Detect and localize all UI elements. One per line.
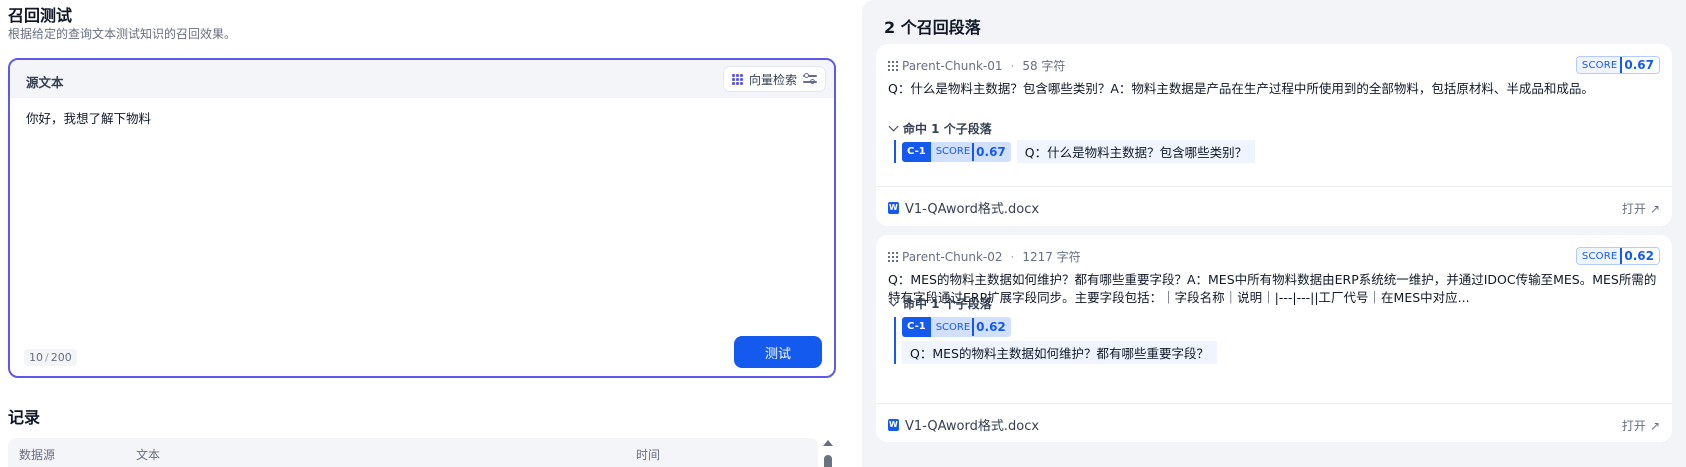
query-textarea[interactable]: 你好，我想了解下物料 [26, 108, 816, 308]
child-text: Q：MES的物料主数据如何维护？都有哪些重要字段？ [902, 341, 1217, 364]
score-label: SCORE [1581, 59, 1618, 71]
open-label: 打开 [1621, 202, 1646, 216]
child-score-label: SCORE [935, 146, 971, 157]
card-divider [876, 403, 1672, 404]
open-document-link[interactable]: 打开 ↗ [1622, 417, 1660, 434]
result-card[interactable]: Parent-Chunk-01 · 58 字符 SCORE 0.67 Q：什么是… [876, 44, 1672, 226]
source-text-card: 源文本 向量检索 你好，我想了解下物料 10/200 测试 [8, 58, 836, 378]
retrieval-test-panel: 召回测试 根据给定的查询文本测试知识的召回效果。 源文本 向量检索 你好，我想了… [0, 0, 845, 467]
chunk-id: Parent-Chunk-02 [902, 249, 1003, 264]
drag-dots-icon [888, 60, 898, 71]
child-text: Q：什么是物料主数据？包含哪些类别？ [1016, 140, 1256, 163]
drag-dots-icon [888, 251, 898, 262]
score-value: 0.62 [1620, 248, 1659, 264]
chunk-char-count: 1217 字符 [1022, 250, 1081, 264]
child-chunk: C-1 SCORE 0.62 Q：MES的物料主数据如何维护？都有哪些重要字段？ [894, 317, 1217, 364]
counter-separator: / [45, 351, 49, 364]
chunk-content: Q：MES的物料主数据如何维护？都有哪些重要字段？A：MES中所有物料数据由ER… [888, 272, 1657, 305]
open-document-link[interactable]: 打开 ↗ [1622, 200, 1660, 217]
scrollbar-thumb[interactable] [824, 455, 832, 467]
open-label: 打开 [1621, 419, 1646, 433]
document-name: V1-QAword格式.docx [905, 419, 1040, 434]
child-score-chip: C-1 SCORE 0.62 [902, 317, 1011, 337]
word-doc-icon [888, 201, 899, 214]
char-max: 200 [50, 351, 72, 364]
chevron-down-icon [888, 296, 899, 307]
child-score-value: 0.62 [972, 318, 1011, 336]
child-score-chip: C-1 SCORE 0.67 [902, 141, 1011, 162]
child-id: C-1 [902, 317, 931, 337]
child-hits-label: 命中 1 个子段落 [903, 122, 992, 136]
child-chunk: C-1 SCORE 0.67 Q：什么是物料主数据？包含哪些类别？ [894, 140, 1256, 163]
column-header-time: 时间 [636, 448, 661, 462]
result-card[interactable]: Parent-Chunk-02 · 1217 字符 SCORE 0.62 Q：M… [876, 235, 1672, 442]
column-header-text: 文本 [136, 448, 161, 462]
column-header-source: 数据源 [19, 448, 56, 462]
document-name: V1-QAword格式.docx [905, 202, 1040, 217]
chevron-down-icon [888, 121, 899, 132]
score-value: 0.67 [1620, 57, 1659, 73]
app-root: 召回测试 根据给定的查询文本测试知识的召回效果。 源文本 向量检索 你好，我想了… [0, 0, 1686, 467]
child-hits-toggle[interactable]: 命中 1 个子段落 [888, 295, 992, 312]
results-title: 2 个召回段落 [884, 18, 981, 37]
chunk-char-count: 58 字符 [1022, 59, 1066, 73]
source-document: V1-QAword格式.docx [888, 415, 1039, 434]
page-title: 召回测试 [8, 6, 73, 25]
score-label: SCORE [1581, 250, 1618, 262]
source-document: V1-QAword格式.docx [888, 198, 1039, 217]
retrieval-mode-label: 向量检索 [748, 72, 797, 87]
test-button[interactable]: 测试 [734, 336, 822, 368]
settings-sliders-icon [803, 73, 817, 85]
vector-grid-icon [731, 73, 743, 85]
source-text-header: 源文本 向量检索 [10, 60, 834, 98]
word-doc-icon [888, 418, 899, 431]
arrow-up-right-icon: ↗ [1649, 201, 1660, 216]
child-hits-label: 命中 1 个子段落 [903, 297, 992, 311]
child-score-value: 0.67 [972, 142, 1011, 161]
score-badge: SCORE 0.62 [1575, 247, 1660, 265]
retrieval-mode-button[interactable]: 向量检索 [722, 66, 826, 92]
meta-separator: · [1010, 58, 1015, 73]
source-text-label: 源文本 [26, 75, 64, 90]
char-counter: 10/200 [24, 349, 77, 366]
page-subtitle: 根据给定的查询文本测试知识的召回效果。 [8, 27, 237, 41]
child-score-label: SCORE [935, 321, 971, 333]
arrow-up-right-icon: ↗ [1649, 418, 1660, 433]
results-panel: 2 个召回段落 Parent-Chunk-01 · 58 字符 SCORE 0.… [862, 0, 1686, 467]
meta-separator: · [1010, 249, 1015, 264]
child-id: C-1 [902, 141, 931, 162]
chunk-meta: Parent-Chunk-02 · 1217 字符 [888, 248, 1081, 265]
scroll-up-arrow-icon[interactable] [823, 440, 833, 446]
child-hits-toggle[interactable]: 命中 1 个子段落 [888, 120, 992, 137]
chunk-content: Q：什么是物料主数据？包含哪些类别？A：物料主数据是产品在生产过程中所使用到的全… [888, 81, 1594, 96]
chunk-meta: Parent-Chunk-01 · 58 字符 [888, 57, 1065, 74]
char-count: 10 [29, 351, 43, 364]
records-title: 记录 [8, 408, 41, 427]
score-badge: SCORE 0.67 [1575, 56, 1660, 74]
card-divider [876, 186, 1672, 187]
records-table-header: 数据源 文本 时间 [8, 438, 818, 467]
chunk-id: Parent-Chunk-01 [902, 58, 1003, 73]
